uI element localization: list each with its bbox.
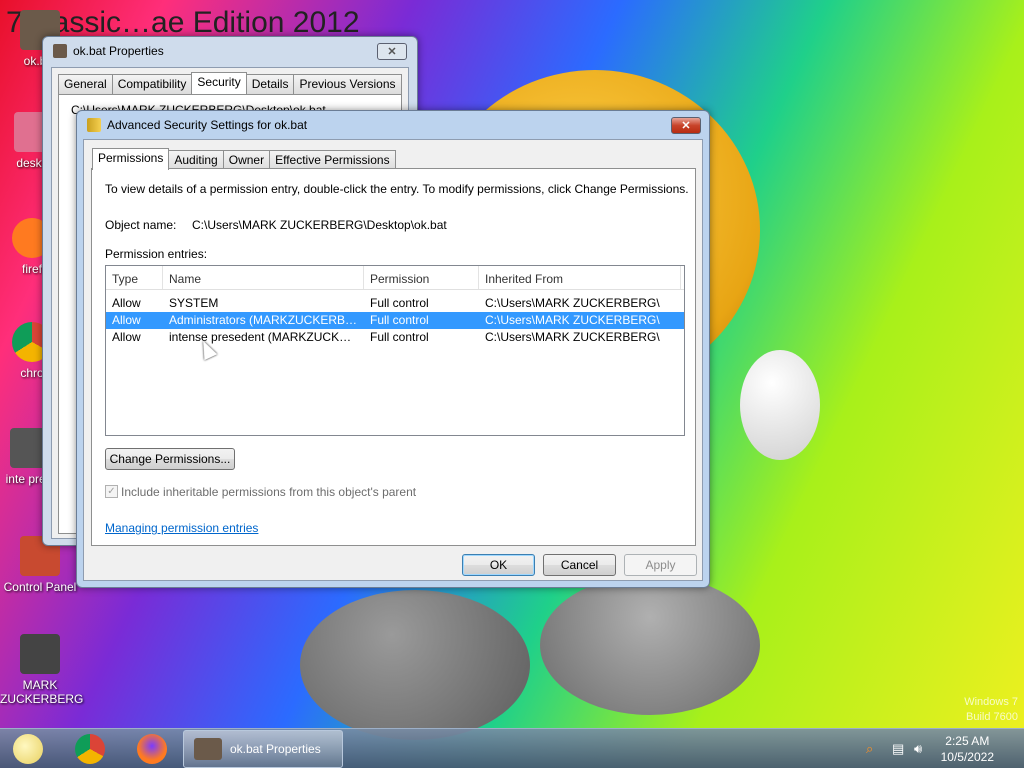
row-inherited-from: C:\Users\MARK ZUCKERBERG\ — [485, 313, 660, 327]
permissions-tab-panel: To view details of a permission entry, d… — [91, 168, 696, 546]
start-button[interactable] — [0, 731, 56, 767]
row-name: intense presedent (MARKZUCKERBE... — [169, 330, 364, 344]
tab-compatibility[interactable]: Compatibility — [111, 74, 193, 94]
row-permission: Full control — [370, 296, 429, 310]
background-character-shoe-right — [540, 575, 760, 715]
inherit-permissions-label: Include inheritable permissions from thi… — [121, 485, 417, 499]
properties-tabs: General Compatibility Security Details P… — [58, 72, 402, 94]
managing-permission-entries-link[interactable]: Managing permission entries — [105, 521, 258, 535]
desktop-icon-label: MARK ZUCKERBERG — [0, 678, 84, 706]
permission-entries-label: Permission entries: — [105, 247, 208, 261]
row-permission: Full control — [370, 330, 429, 344]
clock-date: 10/5/2022 — [940, 750, 994, 764]
firefox-icon — [137, 734, 167, 764]
object-name-label: Object name: — [105, 218, 177, 232]
properties-close-button[interactable]: ✕ — [377, 43, 407, 60]
background-character-shoe-left — [300, 590, 530, 740]
taskbar-chrome[interactable] — [62, 731, 118, 767]
tab-owner[interactable]: Owner — [222, 150, 271, 170]
desktop-icon-label: Control Panel — [3, 580, 77, 594]
properties-title: ok.bat Properties — [73, 44, 164, 58]
row-name: SYSTEM — [169, 296, 219, 310]
tab-effective-permissions[interactable]: Effective Permissions — [269, 150, 396, 170]
system-clock[interactable]: 2:25 AM 10/5/2022 — [941, 733, 994, 765]
table-row-selected[interactable]: Allow Administrators (MARKZUCKERBERG... … — [106, 312, 684, 329]
advanced-tabs: Permissions Auditing Owner Effective Per… — [92, 148, 396, 170]
ok-button[interactable]: OK — [462, 554, 535, 576]
search-icon[interactable]: ⌕ — [866, 741, 873, 757]
os-watermark-line1: Windows 7 — [964, 696, 1018, 708]
list-header: Type Name Permission Inherited From — [106, 266, 684, 290]
properties-titlebar[interactable]: ok.bat Properties — [43, 37, 417, 65]
tab-previous-versions[interactable]: Previous Versions — [293, 74, 402, 94]
cancel-button[interactable]: Cancel — [543, 554, 616, 576]
network-icon[interactable]: ▤ — [892, 741, 904, 757]
tab-permissions[interactable]: Permissions — [92, 148, 170, 170]
taskbar: ok.bat Properties ⌕ ▤ 🔊︎ 2:25 AM 10/5/20… — [0, 728, 1024, 768]
taskbar-firefox[interactable] — [124, 731, 180, 767]
os-watermark-line2: Build 7600 — [966, 711, 1018, 723]
volume-icon[interactable]: 🔊︎ — [914, 741, 922, 757]
object-name-value: C:\Users\MARK ZUCKERBERG\Desktop\ok.bat — [192, 218, 447, 232]
row-permission: Full control — [370, 313, 429, 327]
desktop-icon-user-folder[interactable]: MARK ZUCKERBERG — [0, 634, 84, 706]
batch-file-icon — [194, 738, 222, 760]
row-inherited-from: C:\Users\MARK ZUCKERBERG\ — [485, 330, 660, 344]
chrome-icon — [75, 734, 105, 764]
os-watermark: Windows 7 Build 7600 — [964, 695, 1018, 725]
permission-entries-list[interactable]: Type Name Permission Inherited From Allo… — [105, 265, 685, 436]
change-permissions-button[interactable]: Change Permissions... — [105, 448, 235, 470]
advanced-security-window[interactable]: Advanced Security Settings for ok.bat ✕ … — [76, 110, 710, 588]
user-folder-icon — [20, 634, 60, 674]
column-header-permission[interactable]: Permission — [364, 266, 479, 289]
row-type: Allow — [112, 313, 141, 327]
row-type: Allow — [112, 296, 141, 310]
taskbar-app-label: ok.bat Properties — [230, 742, 321, 756]
inherit-permissions-checkbox[interactable]: ✓ — [105, 485, 118, 498]
column-header-name[interactable]: Name — [163, 266, 364, 289]
apply-button[interactable]: Apply — [624, 554, 697, 576]
background-character-hand — [740, 350, 820, 460]
column-header-type[interactable]: Type — [106, 266, 163, 289]
table-row[interactable]: Allow intense presedent (MARKZUCKERBE...… — [106, 329, 684, 346]
tab-security[interactable]: Security — [191, 72, 247, 94]
row-name: Administrators (MARKZUCKERBERG... — [169, 313, 364, 327]
batch-file-icon — [53, 44, 67, 58]
advanced-titlebar[interactable]: Advanced Security Settings for ok.bat — [77, 111, 709, 139]
row-inherited-from: C:\Users\MARK ZUCKERBERG\ — [485, 296, 660, 310]
advanced-client-area: Permissions Auditing Owner Effective Per… — [83, 139, 703, 581]
column-header-inherited-from[interactable]: Inherited From — [479, 266, 681, 289]
tab-auditing[interactable]: Auditing — [168, 150, 224, 170]
tab-general[interactable]: General — [58, 74, 113, 94]
table-row[interactable]: Allow SYSTEM Full control C:\Users\MARK … — [106, 295, 684, 312]
tab-details[interactable]: Details — [245, 74, 295, 94]
advanced-close-button[interactable]: ✕ — [671, 117, 701, 134]
clock-time: 2:25 AM — [945, 734, 990, 748]
start-orb-icon — [13, 734, 43, 764]
taskbar-properties-window[interactable]: ok.bat Properties — [183, 730, 343, 768]
advanced-title: Advanced Security Settings for ok.bat — [107, 118, 308, 132]
shield-icon — [87, 118, 101, 132]
instructions-text: To view details of a permission entry, d… — [105, 182, 689, 196]
row-type: Allow — [112, 330, 141, 344]
